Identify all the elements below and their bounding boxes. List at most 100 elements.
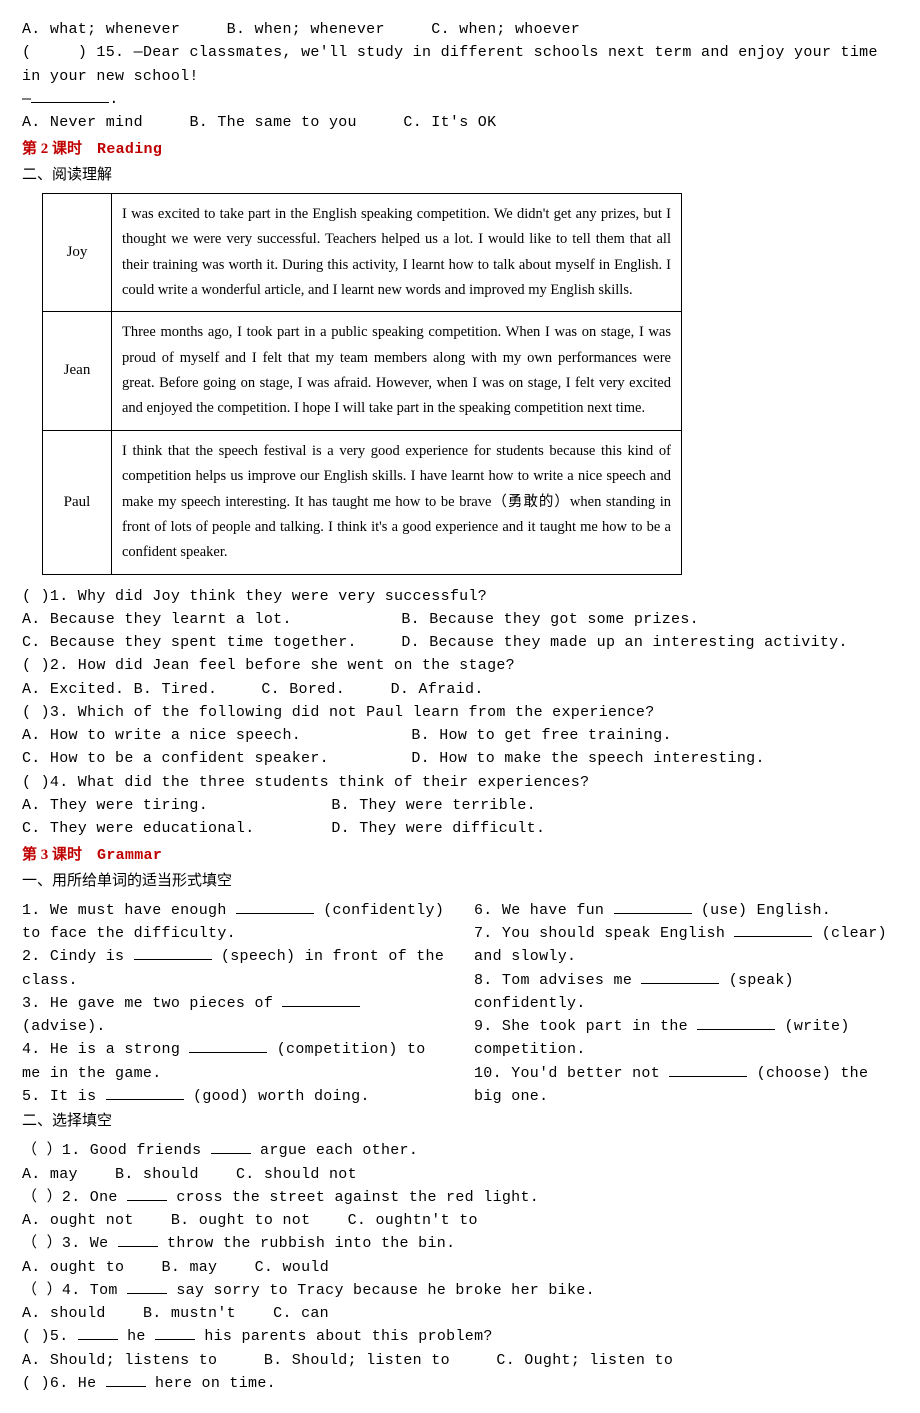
r-q1-B: B. Because they got some prizes. xyxy=(401,611,699,628)
fill-q2a: 2. Cindy is xyxy=(22,948,134,965)
c6-qa: ( )6. He xyxy=(22,1375,106,1392)
fill-q6a: 6. We have fun xyxy=(474,902,614,919)
fill-q3: 3. He gave me two pieces of (advise). xyxy=(22,992,446,1039)
cell-name-paul: Paul xyxy=(43,430,112,574)
fill-q5-blank[interactable] xyxy=(106,1085,184,1100)
c1-qa: （ ）1. Good friends xyxy=(22,1142,211,1159)
fill-q4: 4. He is a strong (competition) to me in… xyxy=(22,1038,446,1085)
lesson3-sub1: 一、用所给单词的适当形式填空 xyxy=(22,870,898,893)
fill-q2-blank[interactable] xyxy=(134,946,212,961)
fill-q9-blank[interactable] xyxy=(697,1016,775,1031)
c5-blank1[interactable] xyxy=(78,1326,118,1341)
c4-C: C. can xyxy=(273,1305,329,1322)
q15-optB: B. The same to you xyxy=(189,114,356,131)
q15-blank[interactable] xyxy=(31,88,109,103)
fill-q3-blank[interactable] xyxy=(282,992,360,1007)
r-q1-C: C. Because they spent time together. xyxy=(22,631,392,654)
cell-text-joy: I was excited to take part in the Englis… xyxy=(112,193,682,312)
r-q3-D: D. How to make the speech interesting. xyxy=(411,750,764,767)
c5-qa: ( )5. xyxy=(22,1328,78,1345)
fill-q1a: 1. We must have enough xyxy=(22,902,236,919)
lesson3-title-cn: 第 3 课时 xyxy=(22,847,82,863)
fill-q8: 8. Tom advises me (speak) confidently. xyxy=(474,969,898,1016)
c1-blank[interactable] xyxy=(211,1140,251,1155)
r-q1-D: D. Because they made up an interesting a… xyxy=(401,634,847,651)
reading-table: Joy I was excited to take part in the En… xyxy=(42,193,682,575)
c5-blank2[interactable] xyxy=(155,1326,195,1341)
c6-blank[interactable] xyxy=(106,1372,146,1387)
q15-dash: — xyxy=(22,91,31,108)
c5-B: B. Should; listen to xyxy=(264,1352,450,1369)
lesson2-title-cn: 第 2 课时 xyxy=(22,141,82,157)
fill-q1-blank[interactable] xyxy=(236,899,314,914)
fill-q8-blank[interactable] xyxy=(641,969,719,984)
cell-text-jean: Three months ago, I took part in a publi… xyxy=(112,312,682,431)
lesson2-subhead: 二、阅读理解 xyxy=(22,164,898,187)
c5-C: C. Ought; listen to xyxy=(496,1352,673,1369)
r-q2-AB: A. Excited. B. Tired. xyxy=(22,678,252,701)
fill-q1: 1. We must have enough (confidently) to … xyxy=(22,899,446,946)
fill-q4-blank[interactable] xyxy=(189,1039,267,1054)
fill-q5b: (good) worth doing. xyxy=(184,1088,370,1105)
c1-opts: A. may B. should C. should not xyxy=(22,1163,898,1186)
fill-q9: 9. She took part in the (write) competit… xyxy=(474,1015,898,1062)
r-q2-D: D. Afraid. xyxy=(391,681,484,698)
c3-qa: （ ）3. We xyxy=(22,1235,118,1252)
r-q4-row1: A. They were tiring. B. They were terrib… xyxy=(22,794,898,817)
c3-q: （ ）3. We throw the rubbish into the bin. xyxy=(22,1232,898,1255)
fill-q4a: 4. He is a strong xyxy=(22,1041,189,1058)
q15-answer-row: —. xyxy=(22,88,898,111)
fill-q10a: 10. You'd better not xyxy=(474,1065,669,1082)
c2-blank[interactable] xyxy=(127,1186,167,1201)
q15-optC: C. It's OK xyxy=(403,114,496,131)
lesson3-title-en: Grammar xyxy=(97,847,162,864)
c5-A: A. Should; listens to xyxy=(22,1352,217,1369)
c6-q: ( )6. He here on time. xyxy=(22,1372,898,1395)
r-q3: ( )3. Which of the following did not Pau… xyxy=(22,701,898,724)
q15-paren-open: ( xyxy=(22,44,31,61)
table-row-joy: Joy I was excited to take part in the En… xyxy=(43,193,682,312)
cell-name-joy: Joy xyxy=(43,193,112,312)
r-q1-row1: A. Because they learnt a lot. B. Because… xyxy=(22,608,898,631)
fill-q3a: 3. He gave me two pieces of xyxy=(22,995,282,1012)
lesson2-title-en: Reading xyxy=(97,141,162,158)
q15-optA: A. Never mind xyxy=(22,114,143,131)
r-q3-row1: A. How to write a nice speech. B. How to… xyxy=(22,724,898,747)
c5-qb: he xyxy=(118,1328,155,1345)
c3-opts: A. ought to B. may C. would xyxy=(22,1256,898,1279)
fill-q6b: (use) English. xyxy=(692,902,832,919)
q14-optC: C. when; whoever xyxy=(431,21,580,38)
fill-q3b: (advise). xyxy=(22,1018,106,1035)
r-q3-B: B. How to get free training. xyxy=(411,727,671,744)
c3-C: C. would xyxy=(255,1259,329,1276)
r-q4: ( )4. What did the three students think … xyxy=(22,771,898,794)
c3-A: A. ought to xyxy=(22,1259,124,1276)
c2-qb: cross the street against the red light. xyxy=(167,1189,539,1206)
r-q3-row2: C. How to be a confident speaker. D. How… xyxy=(22,747,898,770)
fill-q10-blank[interactable] xyxy=(669,1062,747,1077)
fill-q7-blank[interactable] xyxy=(734,923,812,938)
c3-B: B. may xyxy=(162,1259,218,1276)
c2-B: B. ought to not xyxy=(171,1212,311,1229)
fill-right-col: 6. We have fun (use) English. 7. You sho… xyxy=(474,899,898,1108)
q15-row: ( ) 15. —Dear classmates, we'll study in… xyxy=(22,41,898,88)
fill-q5a: 5. It is xyxy=(22,1088,106,1105)
r-q2: ( )2. How did Jean feel before she went … xyxy=(22,654,898,677)
c6-qb: here on time. xyxy=(146,1375,276,1392)
r-q3-A: A. How to write a nice speech. xyxy=(22,724,402,747)
cell-name-jean: Jean xyxy=(43,312,112,431)
fill-q10: 10. You'd better not (choose) the big on… xyxy=(474,1062,898,1109)
fill-q6-blank[interactable] xyxy=(614,899,692,914)
fill-q8a: 8. Tom advises me xyxy=(474,972,641,989)
c1-qb: argue each other. xyxy=(251,1142,418,1159)
c4-B: B. mustn't xyxy=(143,1305,236,1322)
fill-q7: 7. You should speak English (clear) and … xyxy=(474,922,898,969)
fill-blank-columns: 1. We must have enough (confidently) to … xyxy=(22,899,898,1108)
c4-blank[interactable] xyxy=(127,1279,167,1294)
r-q4-A: A. They were tiring. xyxy=(22,794,322,817)
r-q4-C: C. They were educational. xyxy=(22,817,322,840)
cell-text-paul: I think that the speech festival is a ve… xyxy=(112,430,682,574)
c3-blank[interactable] xyxy=(118,1233,158,1248)
r-q4-row2: C. They were educational. D. They were d… xyxy=(22,817,898,840)
c4-qb: say sorry to Tracy because he broke her … xyxy=(167,1282,595,1299)
